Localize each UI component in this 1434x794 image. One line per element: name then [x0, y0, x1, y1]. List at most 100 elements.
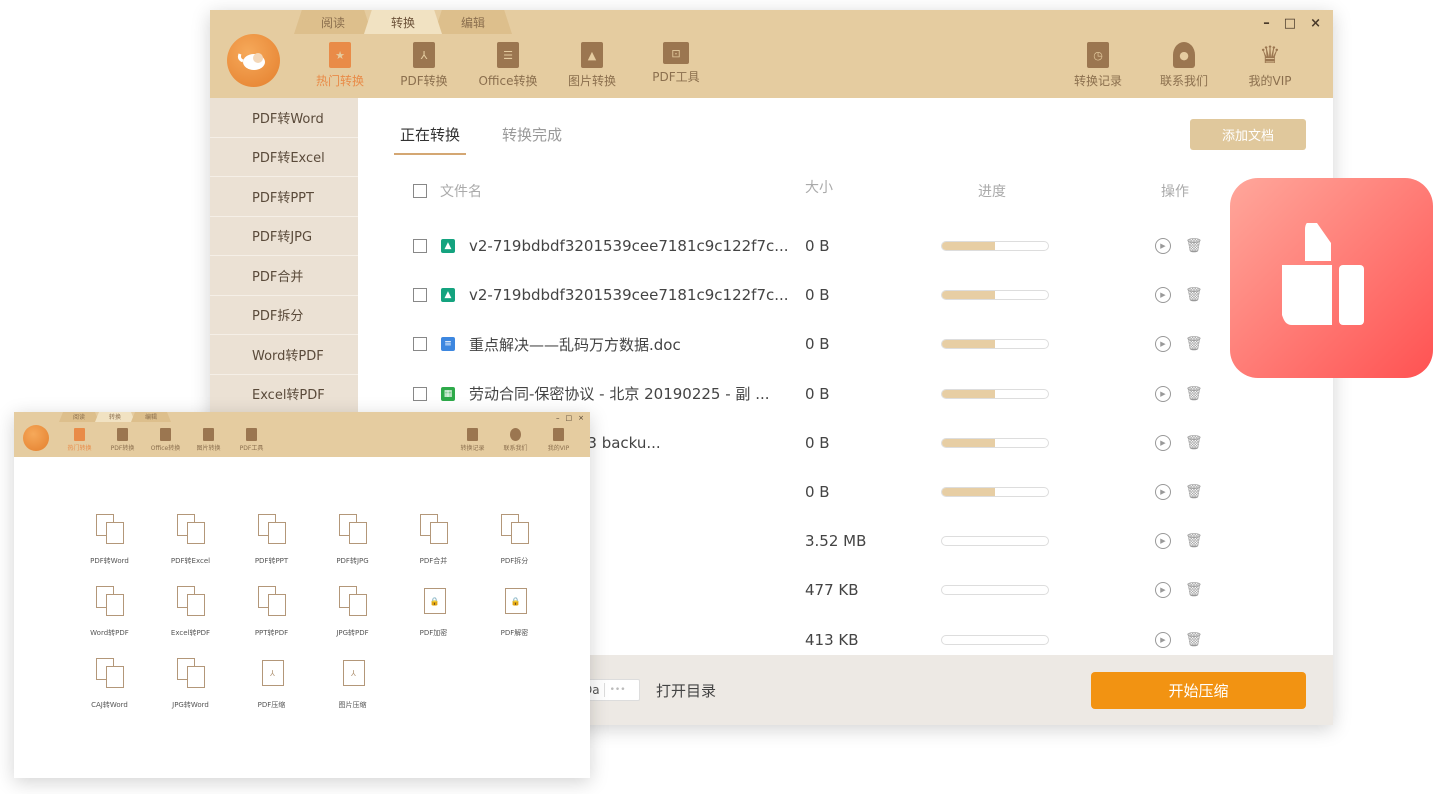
tab-convert[interactable]: 转换 [364, 10, 442, 34]
trash-icon[interactable]: 🗑 [1185, 484, 1203, 500]
add-document-button[interactable]: 添加文档 [1190, 119, 1306, 150]
sidebar-item-pdf-word[interactable]: PDF转Word [210, 98, 358, 138]
tool-item[interactable]: ⅄ PDF压缩 [231, 656, 312, 710]
sidebar-item-pdf-merge[interactable]: PDF合并 [210, 256, 358, 296]
tool-item[interactable]: PDF转JPG [312, 512, 393, 566]
start-compress-button[interactable]: 开始压缩 [1091, 672, 1306, 709]
trash-icon[interactable]: 🗑 [1185, 386, 1203, 402]
tab-read[interactable]: 阅读 [294, 10, 372, 34]
nav-vip[interactable]: ♛ 我的VIP [1227, 41, 1313, 89]
trash-icon[interactable]: 🗑 [1185, 533, 1203, 549]
nav-contact[interactable]: ● 联系我们 [1141, 42, 1227, 89]
tab-completed[interactable]: 转换完成 [502, 124, 562, 155]
play-icon[interactable]: ▶ [1155, 631, 1171, 648]
play-icon[interactable]: ▶ [1155, 484, 1171, 500]
trash-icon[interactable]: 🗑 [1185, 582, 1203, 598]
row-checkbox[interactable] [413, 386, 427, 401]
tool-item[interactable]: JPG转PDF [312, 584, 393, 638]
play-icon[interactable]: ▶ [1155, 434, 1171, 451]
header-progress: 进度 [978, 184, 1006, 200]
tool-item[interactable]: PPT转PDF [231, 584, 312, 638]
thumbs-up-badge [1230, 178, 1433, 378]
window-controls: – □ × [1263, 16, 1321, 31]
maximize-button[interactable]: □ [1284, 16, 1296, 31]
mini-window-controls: – □ × [556, 414, 584, 422]
file-name-cell: ▦ 劳动合同-保密协议 - 北京 20190225 - 副 ... [413, 383, 770, 404]
sidebar-item-pdf-ppt[interactable]: PDF转PPT [210, 177, 358, 217]
sidebar-item-pdf-excel[interactable]: PDF转Excel [210, 138, 358, 177]
nav-pdf-convert[interactable]: ⅄ PDF转换 [382, 42, 466, 89]
tool-item[interactable]: JPG转Word [150, 656, 231, 710]
sidebar-item-pdf-split[interactable]: PDF拆分 [210, 296, 358, 335]
play-icon[interactable]: ▶ [1155, 238, 1171, 254]
mini-maximize-button[interactable]: □ [566, 414, 573, 422]
tool-item[interactable]: ⅄ 图片压缩 [312, 656, 393, 710]
mini-nav-hot[interactable]: 热门转换 [58, 428, 101, 452]
tab-converting[interactable]: 正在转换 [394, 124, 467, 155]
browse-button[interactable]: ••• [605, 685, 631, 695]
office-doc-icon [160, 428, 171, 441]
play-icon[interactable]: ▶ [1155, 533, 1171, 550]
image-file-icon: ▲ [441, 239, 455, 253]
progress-bar [941, 536, 1049, 547]
select-all-checkbox[interactable] [413, 184, 427, 198]
headset-person-icon: ● [1173, 42, 1195, 68]
tab-edit[interactable]: 编辑 [434, 10, 512, 34]
mini-nav-vip[interactable]: 我的VIP [537, 428, 580, 452]
tool-item[interactable]: 🔒 PDF加密 [393, 584, 474, 638]
tool-item[interactable]: CAJ转Word [69, 656, 150, 710]
tool-item[interactable]: PDF转Excel [150, 512, 231, 566]
tool-item[interactable]: Excel转PDF [150, 584, 231, 638]
row-checkbox[interactable] [413, 239, 427, 253]
open-directory-link[interactable]: 打开目录 [656, 680, 716, 701]
tool-item[interactable]: PDF合并 [393, 512, 474, 566]
nav-image-convert[interactable]: ▲ 图片转换 [550, 42, 634, 89]
trash-icon[interactable]: 🗑 [1185, 287, 1203, 303]
mini-nav-tools[interactable]: PDF工具 [230, 428, 273, 452]
progress-fill [942, 291, 995, 300]
row-checkbox[interactable] [413, 288, 427, 303]
mini-tab-convert[interactable]: 转换 [95, 412, 135, 422]
elephant-logo-icon [227, 34, 280, 87]
file-name: v2-719bdbdf3201539cee7181c9c122f7c... [469, 286, 789, 305]
trash-icon[interactable]: 🗑 [1185, 435, 1203, 451]
play-icon[interactable]: ▶ [1155, 385, 1171, 402]
clock-doc-icon [467, 428, 478, 441]
nav-hot-convert[interactable]: ★ 热门转换 [298, 42, 382, 89]
mini-nav-pdf[interactable]: PDF转换 [101, 428, 144, 452]
trash-icon[interactable]: 🗑 [1185, 336, 1203, 352]
tool-item[interactable]: Word转PDF [69, 584, 150, 638]
tool-item[interactable]: PDF转PPT [231, 512, 312, 566]
mini-close-button[interactable]: × [578, 414, 584, 422]
mini-tab-read[interactable]: 阅读 [59, 412, 99, 422]
nav-history[interactable]: ◷ 转换记录 [1055, 42, 1141, 89]
trash-icon[interactable]: 🗑 [1185, 238, 1203, 254]
tool-item[interactable]: PDF转Word [69, 512, 150, 566]
mini-nav-office[interactable]: Office转换 [144, 428, 187, 452]
close-button[interactable]: × [1310, 16, 1321, 31]
mini-nav-image[interactable]: 图片转换 [187, 428, 230, 452]
nav-office-convert[interactable]: ☰ Office转换 [466, 42, 550, 89]
progress-fill [942, 389, 995, 398]
nav-pdf-tools[interactable]: ⊡ PDF工具 [634, 42, 718, 89]
mini-nav-history[interactable]: 转换记录 [451, 428, 494, 452]
play-icon[interactable]: ▶ [1155, 336, 1171, 353]
table-row: ▦ 劳动合同-保密协议 - 北京 20190225 - 副 ... 0 B ▶ … [413, 382, 1333, 406]
minimize-button[interactable]: – [1263, 16, 1270, 31]
sidebar-item-word-pdf[interactable]: Word转PDF [210, 335, 358, 375]
sidebar-item-excel-pdf[interactable]: Excel转PDF [210, 375, 358, 414]
mini-nav-contact[interactable]: 联系我们 [494, 428, 537, 452]
image-doc-icon [203, 428, 214, 441]
play-icon[interactable]: ▶ [1155, 582, 1171, 599]
play-icon[interactable]: ▶ [1155, 287, 1171, 304]
row-checkbox[interactable] [413, 337, 427, 352]
mini-minimize-button[interactable]: – [556, 414, 560, 422]
mini-tab-edit[interactable]: 编辑 [131, 412, 171, 422]
tool-item[interactable]: PDF拆分 [474, 512, 555, 566]
trash-icon[interactable]: 🗑 [1185, 632, 1203, 648]
tool-icon [94, 584, 126, 618]
file-name: 重点解决——乱码万方数据.doc [469, 335, 681, 354]
mini-window: 阅读 转换 编辑 热门转换 PDF转换 Office转换 图片转换 PDF工具 … [14, 412, 590, 778]
sidebar-item-pdf-jpg[interactable]: PDF转JPG [210, 217, 358, 256]
tool-item[interactable]: 🔒 PDF解密 [474, 584, 555, 638]
